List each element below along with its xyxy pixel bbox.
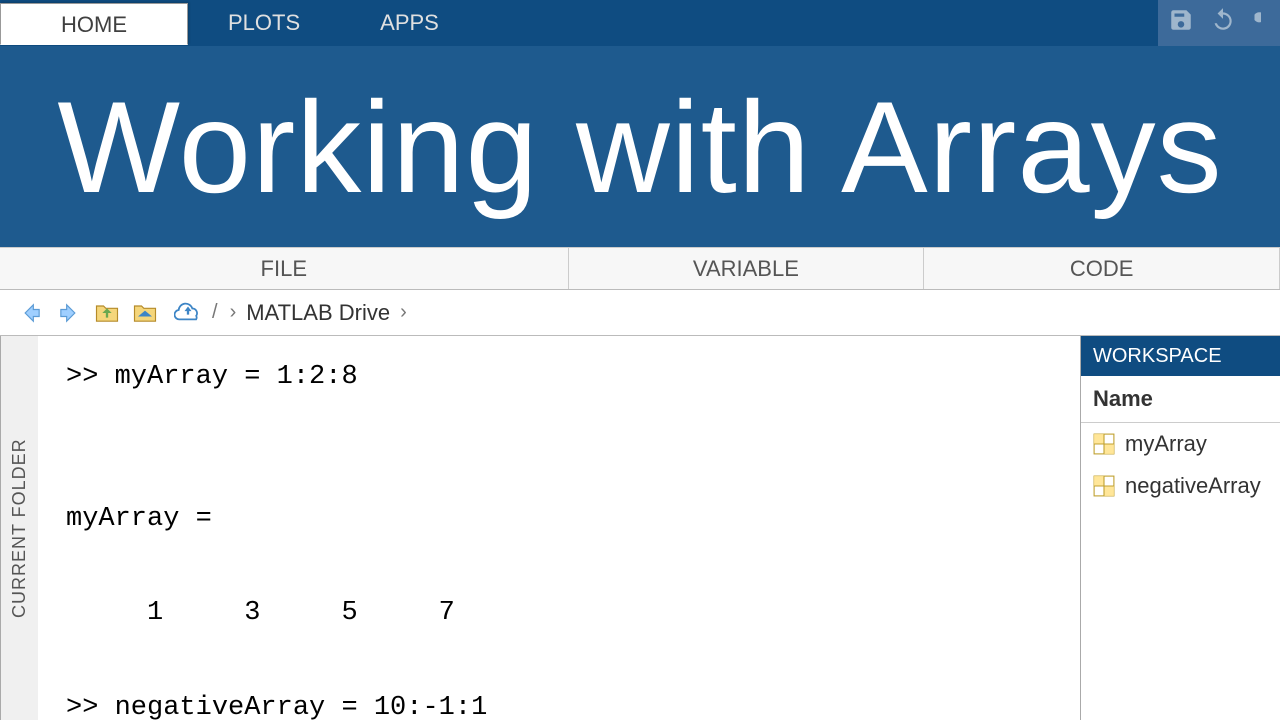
breadcrumb-sep: / <box>212 301 218 324</box>
redo-icon[interactable] <box>1252 7 1270 40</box>
workspace-var-name: myArray <box>1125 431 1207 457</box>
chevron-right-icon: › <box>230 301 237 324</box>
ribbon-sections: FILE VARIABLE CODE <box>0 248 1280 290</box>
up-folder-icon[interactable] <box>92 298 122 328</box>
quick-access-toolbar <box>1158 0 1280 46</box>
breadcrumb[interactable]: / › MATLAB Drive › <box>174 299 409 327</box>
ribbon-file[interactable]: FILE <box>0 248 569 289</box>
workspace-column-name[interactable]: Name <box>1081 376 1280 423</box>
save-icon[interactable] <box>1168 7 1194 40</box>
command-window[interactable]: >> myArray = 1:2:8 myArray = 1 3 5 7 >> … <box>38 336 1080 720</box>
cloud-icon <box>174 299 202 327</box>
workspace-var[interactable]: negativeArray <box>1081 465 1280 507</box>
forward-icon[interactable] <box>54 298 84 328</box>
top-tab-bar: HOME PLOTS APPS <box>0 0 1280 46</box>
workspace-var[interactable]: myArray <box>1081 423 1280 465</box>
variable-icon <box>1093 475 1115 497</box>
tab-apps[interactable]: APPS <box>340 2 479 44</box>
workspace-var-name: negativeArray <box>1125 473 1261 499</box>
workspace-panel: WORKSPACE Name myArray negativeArray <box>1080 336 1280 720</box>
chevron-right-icon: › <box>400 301 407 324</box>
current-folder-panel[interactable]: CURRENT FOLDER <box>0 336 38 720</box>
ribbon-variable[interactable]: VARIABLE <box>569 248 925 289</box>
browse-folder-icon[interactable] <box>130 298 160 328</box>
back-icon[interactable] <box>16 298 46 328</box>
command-output: >> myArray = 1:2:8 myArray = 1 3 5 7 >> … <box>66 354 1052 720</box>
page-title: Working with Arrays <box>57 72 1222 222</box>
variable-icon <box>1093 433 1115 455</box>
tab-plots[interactable]: PLOTS <box>188 2 340 44</box>
nav-toolbar: / › MATLAB Drive › <box>0 290 1280 336</box>
breadcrumb-item[interactable]: MATLAB Drive <box>246 300 390 326</box>
main-area: CURRENT FOLDER >> myArray = 1:2:8 myArra… <box>0 336 1280 720</box>
ribbon-code[interactable]: CODE <box>924 248 1280 289</box>
undo-icon[interactable] <box>1210 7 1236 40</box>
tab-home[interactable]: HOME <box>0 3 188 45</box>
title-banner: Working with Arrays <box>0 46 1280 248</box>
workspace-header: WORKSPACE <box>1081 336 1280 376</box>
